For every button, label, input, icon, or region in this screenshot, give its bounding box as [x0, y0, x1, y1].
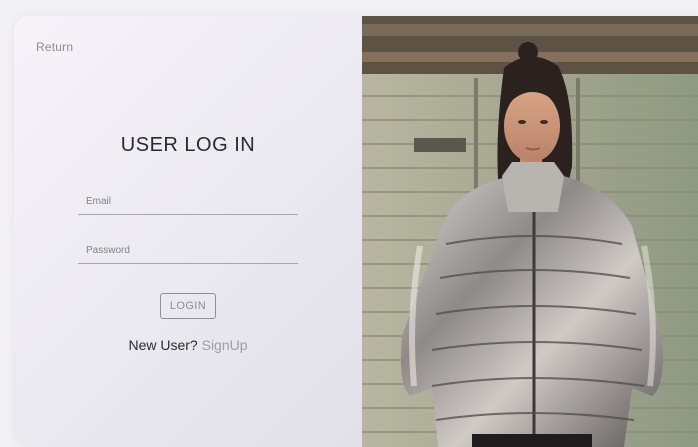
login-button[interactable]: LOGIN [160, 293, 216, 319]
login-panel: Return USER LOG IN LOGIN New User? SignU… [14, 16, 362, 447]
email-field[interactable] [78, 189, 298, 215]
new-user-text: New User? [128, 337, 198, 353]
login-card: Return USER LOG IN LOGIN New User? SignU… [14, 16, 698, 447]
signup-row: New User? SignUp [14, 337, 362, 353]
hero-photo-illustration [362, 16, 698, 447]
login-title: USER LOG IN [120, 134, 256, 156]
hero-photo [362, 16, 698, 447]
signup-link[interactable]: SignUp [202, 337, 248, 353]
password-field[interactable] [78, 238, 298, 264]
return-link[interactable]: Return [36, 40, 73, 54]
